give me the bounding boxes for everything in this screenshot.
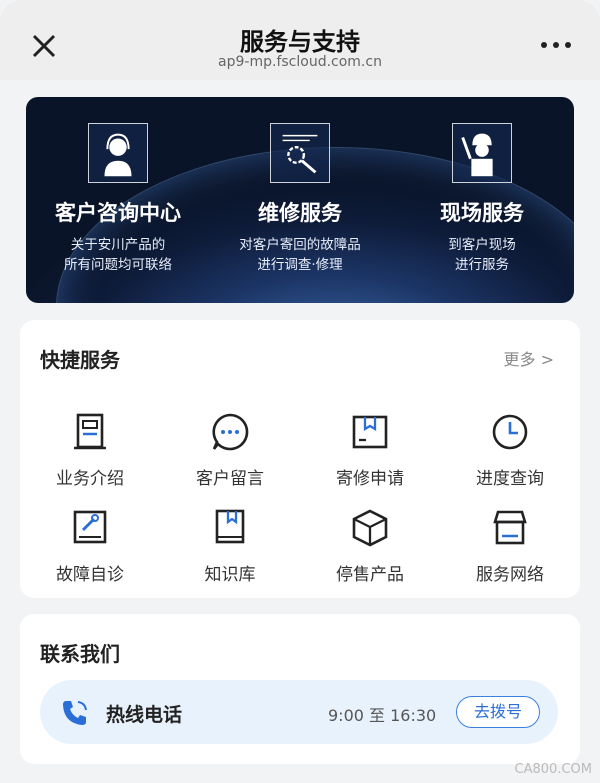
wrench-screen-icon (73, 510, 107, 544)
banner-title: 客户咨询中心 (55, 201, 181, 225)
service-label: 服务网络 (476, 565, 544, 585)
package-icon (352, 415, 388, 449)
gear-wrench-icon (270, 123, 330, 183)
more-link[interactable]: 更多 > (504, 346, 555, 370)
banner-item-consult[interactable]: 客户咨询中心 关于安川产品的 所有问题均可联络 (28, 123, 208, 275)
service-item-message[interactable]: 客户留言 (160, 412, 300, 489)
service-label: 客户留言 (196, 469, 264, 489)
top-bar: 服务与支持 ap9-mp.fscloud.com.cn (0, 0, 600, 80)
service-item-progress[interactable]: 进度查询 (440, 412, 580, 489)
technician-icon (452, 123, 512, 183)
service-label: 知识库 (204, 565, 256, 585)
banner-title: 现场服务 (440, 201, 524, 225)
dial-button[interactable]: 去拨号 (456, 696, 540, 728)
service-label: 进度查询 (476, 469, 544, 489)
banner-desc: 所有问题均可联络 (64, 257, 172, 273)
service-item-discontinued[interactable]: 停售产品 (300, 508, 440, 585)
watermark: CA800.COM (514, 762, 592, 777)
box-icon (352, 509, 388, 547)
more-dots-icon[interactable] (538, 30, 574, 60)
service-label: 停售产品 (336, 565, 404, 585)
banner-item-repair[interactable]: 维修服务 对客户寄回的故障品 进行调查·修理 (210, 123, 390, 275)
document-icon (74, 413, 106, 450)
service-item-self-diagnosis[interactable]: 故障自诊 (20, 508, 160, 585)
contact-card: 联系我们 热线电话 9:00 至 16:30 去拨号 (20, 614, 580, 764)
section-title: 联系我们 (40, 642, 120, 666)
clock-icon (492, 414, 528, 450)
banner-desc: 进行服务 (455, 257, 509, 273)
banner-item-onsite[interactable]: 现场服务 到客户现场 进行服务 (392, 123, 572, 275)
phone-icon (63, 701, 87, 725)
service-item-network[interactable]: 服务网络 (440, 508, 580, 585)
service-item-repair-request[interactable]: 寄修申请 (300, 412, 440, 489)
banner-desc: 到客户现场 (448, 237, 516, 253)
banner-desc: 关于安川产品的 (70, 237, 166, 253)
banner-desc: 对客户寄回的故障品 (239, 237, 361, 253)
hotline-label: 热线电话 (106, 704, 183, 726)
headset-agent-icon (88, 123, 148, 183)
banner-title: 维修服务 (258, 201, 342, 225)
hotline-hours: 9:00 至 16:30 (328, 706, 437, 725)
service-label: 故障自诊 (56, 565, 124, 585)
book-icon (215, 509, 245, 544)
service-label: 寄修申请 (336, 469, 404, 489)
section-title: 快捷服务 (40, 348, 120, 372)
quick-services-card: 快捷服务 更多 > 业务介绍 客户留言 寄修申请 进度查询 故障自诊 知识库 停… (20, 320, 580, 598)
service-label: 业务介绍 (56, 469, 124, 489)
service-item-business[interactable]: 业务介绍 (20, 412, 160, 489)
service-item-knowledge[interactable]: 知识库 (160, 508, 300, 585)
service-banner[interactable]: 客户咨询中心 关于安川产品的 所有问题均可联络 维修服务 对客户寄回的故障品 进… (26, 97, 574, 303)
banner-desc: 进行调查·修理 (257, 257, 343, 273)
chat-bubble-icon (212, 413, 249, 451)
page-title: 服务与支持 (240, 28, 360, 56)
page-url: ap9-mp.fscloud.com.cn (218, 54, 382, 70)
store-icon (493, 510, 527, 545)
hotline-row[interactable]: 热线电话 9:00 至 16:30 去拨号 (40, 680, 558, 744)
